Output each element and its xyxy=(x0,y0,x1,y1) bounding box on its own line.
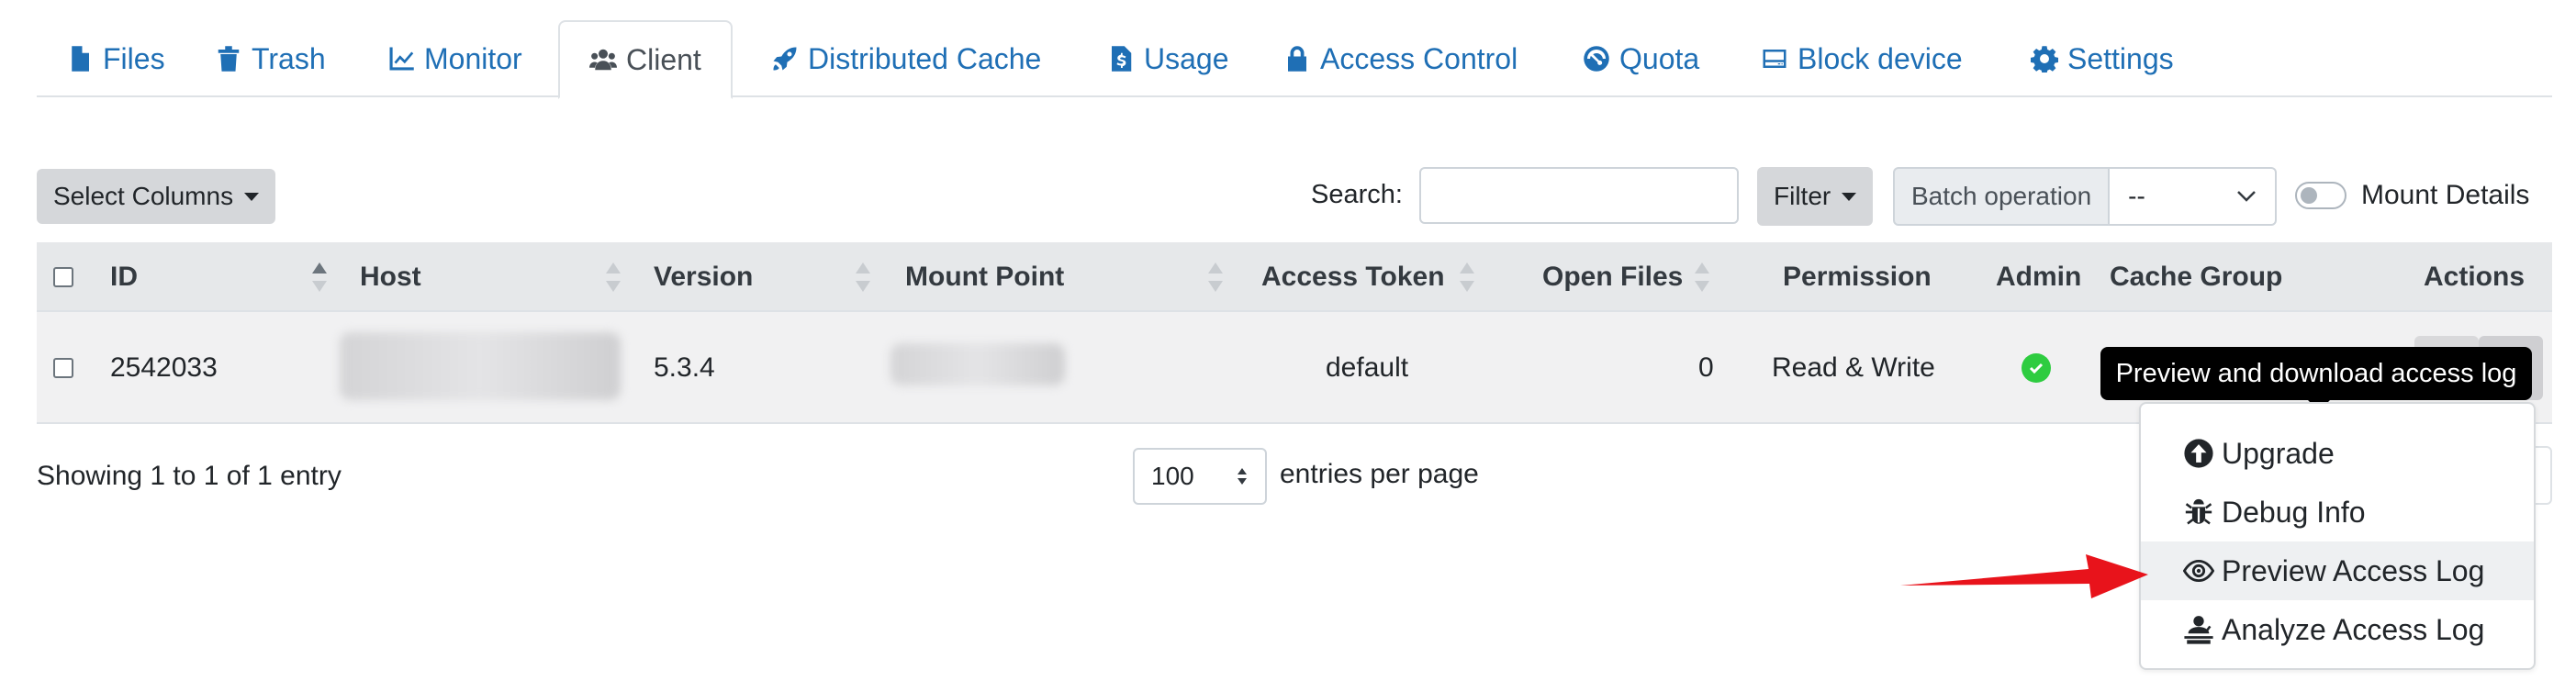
tab-label: Usage xyxy=(1144,41,1229,75)
column-header-access-token[interactable]: Access Token xyxy=(1261,242,1445,312)
tab-label: Block device xyxy=(1798,41,1963,75)
sort-icon[interactable] xyxy=(1208,262,1223,292)
cell-mount-point-redacted xyxy=(890,343,1065,385)
table-info: Showing 1 to 1 of 1 entry xyxy=(37,461,342,491)
line-chart-icon xyxy=(389,47,414,71)
chevron-down-icon xyxy=(2237,191,2257,202)
tab-distributed-cache[interactable]: Distributed Cache xyxy=(771,20,1041,97)
select-all-checkbox-cell xyxy=(53,242,73,312)
rocket-icon xyxy=(773,47,797,71)
cell-version: 5.3.4 xyxy=(654,352,715,383)
column-header-id[interactable]: ID xyxy=(110,242,138,312)
entries-per-page-value: 100 xyxy=(1151,462,1194,490)
mount-details-label: Mount Details xyxy=(2361,180,2530,210)
tooltip: Preview and download access log xyxy=(2100,347,2532,411)
tab-client[interactable]: Client xyxy=(558,20,733,99)
batch-operation-select[interactable]: -- xyxy=(2110,167,2278,226)
tab-label: Files xyxy=(103,41,165,75)
tab-label: Distributed Cache xyxy=(808,41,1042,75)
file-icon xyxy=(72,46,89,72)
tab-settings[interactable]: Settings xyxy=(2031,20,2174,97)
batch-operation-label: Batch operation xyxy=(1893,167,2111,226)
batch-operation-group: Batch operation -- xyxy=(1893,167,2278,226)
tab-label: Settings xyxy=(2067,41,2174,75)
tab-label: Access Control xyxy=(1320,41,1518,75)
column-header-permission: Permission xyxy=(1783,262,1932,292)
menu-item-upgrade[interactable]: Upgrade xyxy=(2141,424,2534,483)
nav-tabs: Files Trash Monitor Client Distributed C… xyxy=(37,20,2552,99)
column-header-cache-group: Cache Group xyxy=(2110,262,2283,292)
cell-host-redacted xyxy=(340,332,621,400)
arrow-circle-up-icon xyxy=(2184,439,2213,468)
entries-per-page-label: entries per page xyxy=(1280,459,1479,489)
trash-icon xyxy=(218,46,240,72)
tab-usage[interactable]: Usage xyxy=(1107,20,1229,97)
cell-id: 2542033 xyxy=(110,352,218,383)
bug-icon xyxy=(2185,498,2212,525)
check-circle-icon xyxy=(2022,353,2051,383)
tab-monitor[interactable]: Monitor xyxy=(387,20,522,97)
menu-item-label: Debug Info xyxy=(2222,495,2366,529)
mount-details-toggle[interactable] xyxy=(2295,182,2346,209)
red-arrow-annotation xyxy=(1900,554,2148,598)
pagination[interactable] xyxy=(2534,446,2552,505)
hdd-icon xyxy=(1763,50,1786,68)
caret-down-icon xyxy=(244,192,260,201)
row-checkbox-cell xyxy=(53,312,73,424)
tab-access-control[interactable]: Access Control xyxy=(1283,20,1518,97)
tachometer-icon xyxy=(1584,46,1609,72)
sort-icon[interactable] xyxy=(1695,262,1709,292)
tab-quota[interactable]: Quota xyxy=(1583,20,1699,97)
eye-icon xyxy=(2183,559,2214,583)
table-header: ID Host Version Mount Point Access Token… xyxy=(37,242,2552,312)
menu-item-label: Upgrade xyxy=(2222,436,2335,470)
sort-icon[interactable] xyxy=(856,262,870,292)
search-input[interactable] xyxy=(1419,167,1739,224)
filter-button[interactable]: Filter xyxy=(1757,167,1874,226)
column-header-host[interactable]: Host xyxy=(360,242,421,312)
menu-item-analyze-access-log[interactable]: Analyze Access Log xyxy=(2141,600,2534,659)
toggle-knob xyxy=(2301,187,2317,204)
sort-icon[interactable] xyxy=(606,262,621,292)
batch-operation-value: -- xyxy=(2128,182,2145,210)
sort-updown-icon xyxy=(1238,468,1247,485)
filter-label: Filter xyxy=(1774,182,1831,210)
search-label: Search: xyxy=(1311,180,1403,209)
sort-icon[interactable] xyxy=(1460,262,1474,292)
tab-label: Trash xyxy=(252,41,326,75)
column-header-mount-point[interactable]: Mount Point xyxy=(905,242,1064,312)
cell-permission: Read & Write xyxy=(1772,352,1935,383)
tab-block-device[interactable]: Block device xyxy=(1761,20,1963,97)
caret-down-icon xyxy=(1842,192,1857,201)
gear-icon xyxy=(2031,46,2058,73)
actions-dropdown-menu: Upgrade Debug Info Preview Access Log An… xyxy=(2139,402,2536,670)
select-columns-label: Select Columns xyxy=(53,182,234,210)
entries-per-page-select[interactable]: 100 xyxy=(1133,448,1267,505)
select-all-checkbox[interactable] xyxy=(53,267,73,287)
users-icon xyxy=(589,49,617,71)
menu-item-label: Analyze Access Log xyxy=(2222,612,2485,646)
lock-icon xyxy=(1288,46,1306,72)
cell-admin xyxy=(2022,312,2051,424)
column-header-open-files[interactable]: Open Files xyxy=(1542,242,1683,312)
tab-trash[interactable]: Trash xyxy=(215,20,326,97)
user-analyze-icon xyxy=(2184,616,2213,644)
row-checkbox[interactable] xyxy=(53,358,73,378)
tab-label: Client xyxy=(626,42,701,76)
column-header-version[interactable]: Version xyxy=(654,242,753,312)
menu-item-debug-info[interactable]: Debug Info xyxy=(2141,483,2534,541)
file-invoice-dollar-icon xyxy=(1112,46,1132,72)
column-header-admin: Admin xyxy=(1996,262,2082,292)
tab-files[interactable]: Files xyxy=(66,20,165,97)
cell-access-token: default xyxy=(1326,352,1409,383)
menu-item-preview-access-log[interactable]: Preview Access Log xyxy=(2141,541,2534,600)
menu-item-label: Preview Access Log xyxy=(2222,553,2485,587)
tab-label: Quota xyxy=(1619,41,1700,75)
tab-label: Monitor xyxy=(424,41,522,75)
sort-asc-icon[interactable] xyxy=(312,262,327,292)
cell-open-files: 0 xyxy=(1698,352,1714,383)
column-header-actions: Actions xyxy=(2424,262,2526,292)
select-columns-button[interactable]: Select Columns xyxy=(37,169,276,224)
